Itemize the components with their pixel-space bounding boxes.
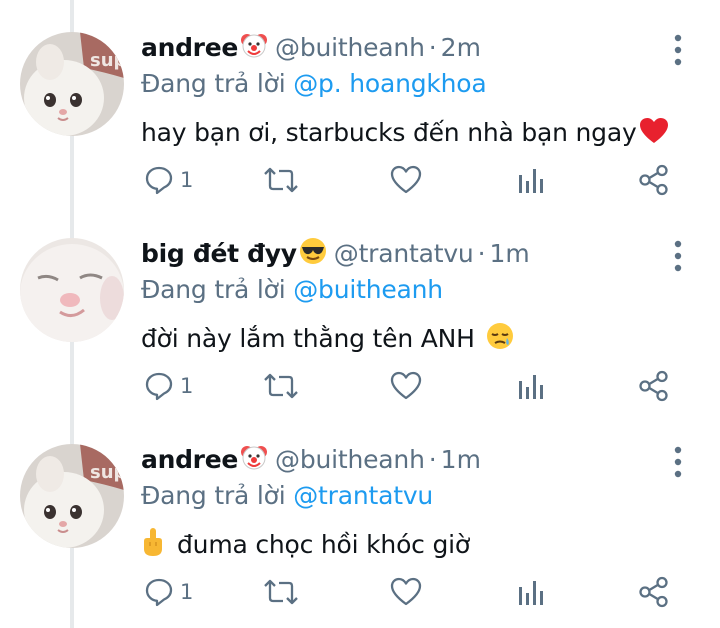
replying-to-label: Đang trả lời	[141, 481, 286, 510]
more-options-icon[interactable]	[668, 238, 688, 274]
more-options-icon[interactable]	[668, 32, 688, 68]
reply-mention-link[interactable]: @trantatvu	[293, 481, 433, 510]
bar-chart-icon	[517, 371, 543, 401]
avatar[interactable]: sup	[20, 444, 124, 548]
tweet-text: đời này lắm thằng tên ANH	[141, 320, 521, 362]
replying-to-label: Đang trả lời	[141, 69, 286, 98]
clown-face-emoji-icon	[239, 442, 269, 482]
tweet-header: andree @buitheanh · 2m	[141, 30, 481, 66]
replying-to-line: Đang trả lời @buitheanh	[141, 272, 443, 308]
reply-mention-link[interactable]: @buitheanh	[293, 275, 443, 304]
smiling-face-with-sunglasses-emoji-icon	[298, 236, 328, 276]
tweet-text-content: hay bạn ơi, starbucks đến nhà bạn ngay	[141, 118, 637, 147]
view-analytics-button[interactable]	[517, 572, 543, 612]
red-heart-emoji-icon	[639, 117, 669, 156]
user-handle[interactable]: @buitheanh	[275, 445, 425, 474]
reply-button[interactable]: 1	[144, 160, 193, 200]
tweet-actions: 1	[0, 572, 720, 612]
heart-icon	[390, 371, 422, 401]
user-handle[interactable]: @trantatvu	[334, 239, 474, 268]
retweet-button[interactable]	[262, 572, 300, 612]
share-icon	[638, 164, 670, 196]
share-button[interactable]	[638, 572, 670, 612]
display-name[interactable]: big đét đyy	[141, 239, 297, 268]
more-options-icon[interactable]	[668, 444, 688, 480]
reply-button[interactable]: 1	[144, 366, 193, 406]
share-icon	[638, 370, 670, 402]
reply-mention-link[interactable]: @p. hoangkhoa	[293, 69, 486, 98]
reply-icon	[144, 165, 174, 195]
reply-icon	[144, 577, 174, 607]
tweet-item[interactable]: sup andree @buitheanh · 2m Đang trả lời @p.…	[0, 0, 720, 206]
avatar[interactable]	[20, 238, 124, 342]
display-name[interactable]: andree	[141, 33, 238, 62]
user-handle[interactable]: @buitheanh	[275, 33, 425, 62]
heart-icon	[390, 577, 422, 607]
avatar[interactable]: sup	[20, 32, 124, 136]
retweet-button[interactable]	[262, 160, 300, 200]
tweet-text-content: đuma chọc hồi khóc giờ	[177, 530, 470, 559]
retweet-icon	[262, 165, 300, 195]
reply-count: 1	[180, 374, 194, 398]
bar-chart-icon	[517, 577, 543, 607]
tweet-header: big đét đyy @trantatvu · 1m	[141, 236, 530, 272]
reply-icon	[144, 371, 174, 401]
tweet-header: andree @buitheanh · 1m	[141, 442, 481, 478]
view-analytics-button[interactable]	[517, 366, 543, 406]
retweet-icon	[262, 577, 300, 607]
timestamp[interactable]: 2m	[441, 33, 481, 62]
tweet-text: đuma chọc hồi khóc giờ	[141, 526, 470, 568]
middle-finger-emoji-icon	[141, 527, 165, 568]
separator-dot: ·	[477, 239, 486, 268]
display-name[interactable]: andree	[141, 445, 238, 474]
retweet-icon	[262, 371, 300, 401]
bar-chart-icon	[517, 165, 543, 195]
heart-icon	[390, 165, 422, 195]
reply-count: 1	[180, 168, 194, 192]
sleepy-face-emoji-icon	[485, 321, 515, 362]
tweet-item[interactable]: big đét đyy @trantatvu · 1m Đang trả lời @b…	[0, 206, 720, 412]
like-button[interactable]	[390, 572, 422, 612]
tweet-actions: 1	[0, 366, 720, 406]
tweet-item[interactable]: sup andree @buitheanh · 1m Đang trả lời @tr…	[0, 412, 720, 618]
timestamp[interactable]: 1m	[490, 239, 530, 268]
like-button[interactable]	[390, 366, 422, 406]
clown-face-emoji-icon	[239, 30, 269, 70]
share-icon	[638, 576, 670, 608]
replying-to-line: Đang trả lời @p. hoangkhoa	[141, 66, 487, 102]
separator-dot: ·	[428, 445, 437, 474]
tweet-actions: 1	[0, 160, 720, 200]
replying-to-line: Đang trả lời @trantatvu	[141, 478, 433, 514]
svg-text:sup: sup	[90, 50, 124, 71]
svg-text:sup: sup	[90, 462, 124, 483]
view-analytics-button[interactable]	[517, 160, 543, 200]
tweet-text: hay bạn ơi, starbucks đến nhà bạn ngay	[141, 114, 675, 156]
separator-dot: ·	[428, 33, 437, 62]
share-button[interactable]	[638, 366, 670, 406]
replying-to-label: Đang trả lời	[141, 275, 286, 304]
like-button[interactable]	[390, 160, 422, 200]
reply-thread: sup andree @buitheanh · 2m Đang trả lời @p.…	[0, 0, 720, 628]
retweet-button[interactable]	[262, 366, 300, 406]
tweet-text-content: đời này lắm thằng tên ANH	[141, 324, 475, 353]
reply-button[interactable]: 1	[144, 572, 193, 612]
share-button[interactable]	[638, 160, 670, 200]
reply-count: 1	[180, 580, 194, 604]
timestamp[interactable]: 1m	[441, 445, 481, 474]
